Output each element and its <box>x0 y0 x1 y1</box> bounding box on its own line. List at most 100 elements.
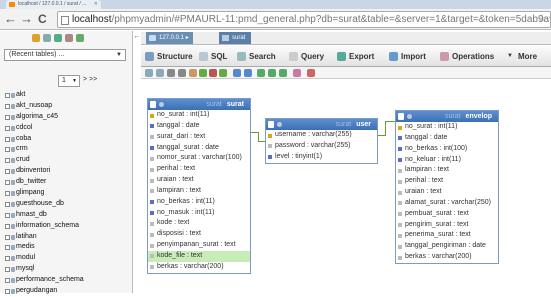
recent-tables-select[interactable]: (Recent tables) ... ▼ <box>4 49 126 61</box>
column-row[interactable]: no_surat : int(11) <box>148 110 250 121</box>
designer-tool-icon[interactable] <box>233 69 241 77</box>
column-row[interactable]: level : tinyint(1) <box>266 152 377 163</box>
database-item[interactable]: information_schema <box>2 221 130 232</box>
column-row[interactable]: penerima_surat : text <box>396 230 498 241</box>
column-row[interactable]: berkas : varchar(200) <box>396 252 498 263</box>
designer-tool-icon[interactable] <box>199 69 207 77</box>
tab-export[interactable]: Export <box>335 46 374 67</box>
expand-toggle-icon[interactable] <box>5 158 10 164</box>
database-item[interactable]: akt <box>2 90 130 101</box>
column-row[interactable]: uraian : text <box>148 175 250 186</box>
docs-icon[interactable] <box>54 34 62 42</box>
expand-toggle-icon[interactable] <box>5 201 10 207</box>
logout-icon[interactable] <box>43 34 51 42</box>
expand-toggle-icon[interactable] <box>5 212 10 218</box>
designer-tool-icon[interactable] <box>279 69 287 77</box>
expand-toggle-icon[interactable] <box>5 223 10 229</box>
breadcrumb-server[interactable]: 127.0.0.1 ▸ <box>146 32 193 44</box>
reload-nav-icon[interactable] <box>76 34 84 42</box>
expand-toggle-icon[interactable] <box>5 169 10 175</box>
designer-tool-icon[interactable] <box>209 69 217 77</box>
database-item[interactable]: db_twitter <box>2 177 130 188</box>
table-menu-icon[interactable] <box>268 121 274 128</box>
column-row[interactable]: tanggal : date <box>148 121 250 132</box>
expand-toggle-icon[interactable] <box>5 234 10 240</box>
database-item[interactable]: medis <box>2 242 130 253</box>
database-item[interactable]: crud <box>2 155 130 166</box>
expand-toggle-icon[interactable] <box>5 125 10 131</box>
database-item[interactable]: pergudangan <box>2 286 130 297</box>
designer-tool-icon[interactable] <box>268 69 276 77</box>
column-row[interactable]: perihal : text <box>396 176 498 187</box>
column-row[interactable]: uraian : text <box>396 187 498 198</box>
column-row[interactable]: kode : text <box>148 218 250 229</box>
browser-tab[interactable]: localhost / 127.0.0.1 / surat / ... ✕ <box>6 0 101 9</box>
column-row[interactable]: lampiran : text <box>396 165 498 176</box>
expand-toggle-icon[interactable] <box>5 114 10 120</box>
column-row[interactable]: perihal : text <box>148 164 250 175</box>
tab-structure[interactable]: Structure <box>143 46 193 67</box>
designer-tool-icon[interactable] <box>257 69 265 77</box>
column-row[interactable]: username : varchar(255) <box>266 130 377 141</box>
database-item[interactable]: modul <box>2 253 130 264</box>
table-toggle-icon[interactable] <box>277 122 282 127</box>
tab-close-icon[interactable]: ✕ <box>94 1 98 7</box>
page-select[interactable]: 1 ▼ <box>58 75 80 87</box>
designer-tool-icon[interactable] <box>189 69 197 77</box>
table-toggle-icon[interactable] <box>407 114 412 119</box>
database-item[interactable]: glimpang <box>2 188 130 199</box>
home-icon[interactable] <box>32 34 40 42</box>
column-row[interactable]: kode_file : text <box>148 250 250 262</box>
column-row[interactable]: password : varchar(255) <box>266 141 377 152</box>
designer-tool-icon[interactable] <box>178 69 186 77</box>
database-item[interactable]: latihan <box>2 232 130 243</box>
column-row[interactable]: penyimpanan_surat : text <box>148 240 250 251</box>
designer-tool-icon[interactable] <box>293 69 301 77</box>
table-user[interactable]: surat user username : varchar(255) password… <box>265 118 378 164</box>
database-item[interactable]: dbinventori <box>2 166 130 177</box>
column-row[interactable]: no_keluar : int(11) <box>396 155 498 166</box>
column-row[interactable]: alamat_surat : varchar(250) <box>396 198 498 209</box>
table-surat[interactable]: surat surat no_surat : int(11) tanggal : da… <box>147 98 251 274</box>
settings-icon[interactable] <box>65 34 73 42</box>
table-header[interactable]: surat envelop <box>396 111 498 122</box>
bookmark-star-icon[interactable]: ☆ <box>537 12 547 27</box>
column-row[interactable]: surat_dari : text <box>148 132 250 143</box>
designer-tool-icon[interactable] <box>167 69 175 77</box>
tab-import[interactable]: Import <box>387 46 426 67</box>
tab-operations[interactable]: Operations <box>438 46 494 67</box>
designer-tool-icon[interactable] <box>145 69 153 77</box>
table-menu-icon[interactable] <box>398 113 404 120</box>
database-item[interactable]: crm <box>2 144 130 155</box>
expand-toggle-icon[interactable] <box>5 191 10 197</box>
column-row[interactable]: disposisi : text <box>148 229 250 240</box>
expand-toggle-icon[interactable] <box>5 267 10 273</box>
column-row[interactable]: lampiran : text <box>148 186 250 197</box>
table-toggle-icon[interactable] <box>159 102 164 107</box>
database-item[interactable]: cdcol <box>2 123 130 134</box>
tab-search[interactable]: Search <box>235 46 276 67</box>
expand-toggle-icon[interactable] <box>5 289 10 295</box>
expand-toggle-icon[interactable] <box>5 256 10 262</box>
column-row[interactable]: tanggal : date <box>396 133 498 144</box>
database-item[interactable]: mysql <box>2 264 130 275</box>
tab-more[interactable]: ▼ More <box>504 46 537 67</box>
tab-sql[interactable]: SQL <box>197 46 227 67</box>
collapse-panel-button[interactable]: ← <box>133 33 141 43</box>
reload-button[interactable]: C <box>38 12 47 26</box>
database-item[interactable]: guesthouse_db <box>2 199 130 210</box>
url-input[interactable]: localhost/phpmyadmin/#PMAURL-11:pmd_gene… <box>57 11 551 28</box>
database-item[interactable]: hmast_db <box>2 210 130 221</box>
column-row[interactable]: nomor_surat : varchar(100) <box>148 153 250 164</box>
designer-tool-icon[interactable] <box>156 69 164 77</box>
expand-toggle-icon[interactable] <box>5 245 10 251</box>
column-row[interactable]: no_masuk : int(11) <box>148 208 250 219</box>
database-item[interactable]: algorima_c45 <box>2 112 130 123</box>
designer-tool-icon[interactable] <box>307 69 315 77</box>
column-row[interactable]: berkas : varchar(200) <box>148 262 250 273</box>
tab-query[interactable]: Query <box>287 46 324 67</box>
expand-toggle-icon[interactable] <box>5 278 10 284</box>
designer-tool-icon[interactable] <box>219 69 227 77</box>
column-row[interactable]: pengirim_surat : text <box>396 220 498 231</box>
expand-toggle-icon[interactable] <box>5 93 10 98</box>
